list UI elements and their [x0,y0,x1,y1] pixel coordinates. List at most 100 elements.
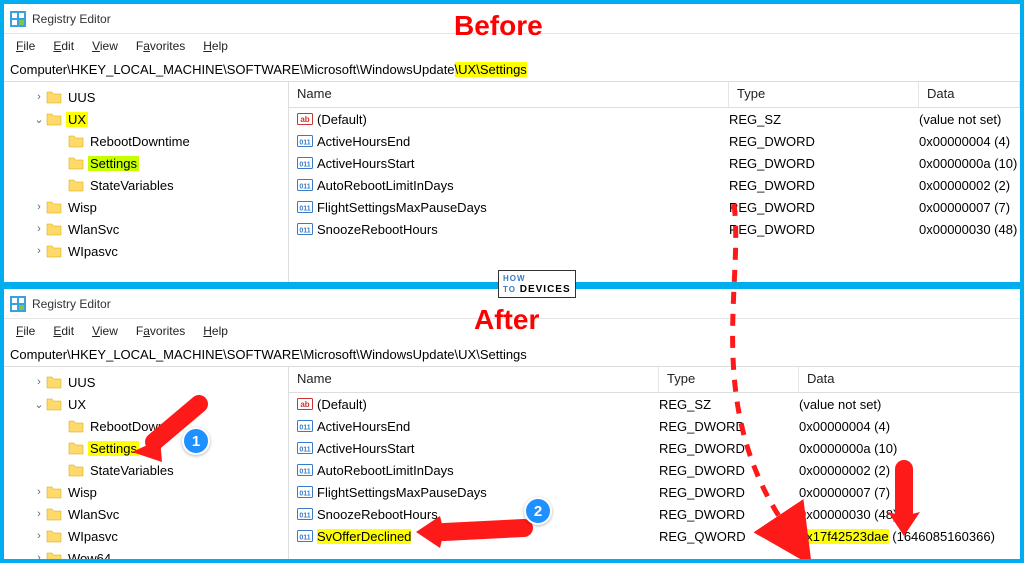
value-name: ActiveHoursStart [317,441,415,456]
regedit-window-before: Registry Editor File Edit View Favorites… [4,4,1020,282]
step-badge-1: 1 [182,427,210,455]
watermark-logo: HOWTO DEVICES [498,270,576,298]
binary-value-icon [297,462,313,478]
tree-view[interactable]: ›UUS ⌄UX RebootDown Settings StateVariab… [4,367,288,559]
value-data: (value not set) [919,112,1020,127]
value-name: AutoRebootLimitInDays [317,463,454,478]
col-type[interactable]: Type [729,82,919,107]
list-row[interactable]: SnoozeRebootHours REG_DWORD 0x00000030 (… [289,218,1020,240]
value-data: 0x17f42523dae (1646085160366) [799,529,1020,544]
value-name: SnoozeRebootHours [317,507,438,522]
list-row[interactable]: AutoRebootLimitInDays REG_DWORD 0x000000… [289,459,1020,481]
tree-item-settings[interactable]: Settings [8,437,288,459]
list-row[interactable]: (Default) REG_SZ (value not set) [289,393,1020,415]
value-name: ActiveHoursEnd [317,134,410,149]
list-row[interactable]: SnoozeRebootHours REG_DWORD 0x00000030 (… [289,503,1020,525]
value-data: 0x00000002 (2) [799,463,1020,478]
value-name: SnoozeRebootHours [317,222,438,237]
tree-item-settings[interactable]: Settings [8,152,288,174]
folder-icon [46,506,62,522]
menu-help[interactable]: Help [195,37,236,55]
tree-item-wipasvc[interactable]: ›WIpasvc [8,525,288,547]
regedit-app-icon [10,11,26,27]
binary-value-icon [297,484,313,500]
menu-view[interactable]: View [84,37,126,55]
value-type: REG_DWORD [659,419,799,434]
binary-value-icon [297,155,313,171]
menu-help[interactable]: Help [195,322,236,340]
tree-item-reboot[interactable]: RebootDowntime [8,130,288,152]
values-list[interactable]: Name Type Data (Default) REG_SZ (value n… [288,82,1020,282]
binary-value-icon [297,506,313,522]
list-row[interactable]: ActiveHoursEnd REG_DWORD 0x00000004 (4) [289,415,1020,437]
tree-item-statevars[interactable]: StateVariables [8,174,288,196]
tree-item-ux[interactable]: ⌄UX [8,393,288,415]
col-name[interactable]: Name [289,367,659,392]
list-header[interactable]: Name Type Data [289,82,1020,108]
values-list[interactable]: Name Type Data (Default) REG_SZ (value n… [288,367,1020,559]
list-header[interactable]: Name Type Data [289,367,1020,393]
regedit-app-icon [10,296,26,312]
address-bar[interactable]: Computer\HKEY_LOCAL_MACHINE\SOFTWARE\Mic… [4,343,1020,367]
menu-favorites[interactable]: Favorites [128,37,193,55]
folder-icon [46,528,62,544]
tree-item-uus[interactable]: ›UUS [8,86,288,108]
value-type: REG_DWORD [729,200,919,215]
tree-item-reboot[interactable]: RebootDown [8,415,288,437]
list-row[interactable]: AutoRebootLimitInDays REG_DWORD 0x000000… [289,174,1020,196]
tree-item-wisp[interactable]: ›Wisp [8,481,288,503]
window-title: Registry Editor [32,12,111,26]
tree-item-wisp[interactable]: ›Wisp [8,196,288,218]
binary-value-icon [297,199,313,215]
value-type: REG_SZ [729,112,919,127]
folder-icon [46,396,62,412]
string-value-icon [297,111,313,127]
menu-view[interactable]: View [84,322,126,340]
col-data[interactable]: Data [919,82,1020,107]
address-text: Computer\HKEY_LOCAL_MACHINE\SOFTWARE\Mic… [10,347,527,362]
binary-value-icon [297,177,313,193]
menu-file[interactable]: File [8,37,43,55]
comparison-frame: Registry Editor File Edit View Favorites… [0,0,1024,563]
folder-icon [46,550,62,559]
folder-icon [68,440,84,456]
tree-item-ux[interactable]: ⌄UX [8,108,288,130]
list-row[interactable]: ActiveHoursStart REG_DWORD 0x0000000a (1… [289,152,1020,174]
address-bar[interactable]: Computer\HKEY_LOCAL_MACHINE\SOFTWARE\Mic… [4,58,1020,82]
col-type[interactable]: Type [659,367,799,392]
list-row-svofferdeclined[interactable]: SvOfferDeclined REG_QWORD 0x17f42523dae … [289,525,1020,547]
value-name: (Default) [317,397,367,412]
col-name[interactable]: Name [289,82,729,107]
tree-item-wlansvc[interactable]: ›WlanSvc [8,503,288,525]
value-type: REG_DWORD [729,134,919,149]
folder-icon [46,221,62,237]
folder-icon [46,243,62,259]
menu-favorites[interactable]: Favorites [128,322,193,340]
tree-item-uus[interactable]: ›UUS [8,371,288,393]
address-highlight: \UX\Settings [455,62,527,77]
menu-edit[interactable]: Edit [45,322,82,340]
string-value-icon [297,396,313,412]
tree-item-wipasvc[interactable]: ›WIpasvc [8,240,288,262]
folder-icon [68,155,84,171]
tree-item-wlansvc[interactable]: ›WlanSvc [8,218,288,240]
list-row[interactable]: (Default) REG_SZ (value not set) [289,108,1020,130]
folder-icon [46,111,62,127]
col-data[interactable]: Data [799,367,1020,392]
tree-item-wow64[interactable]: ›Wow64 [8,547,288,559]
list-row[interactable]: FlightSettingsMaxPauseDays REG_DWORD 0x0… [289,196,1020,218]
binary-value-icon [297,221,313,237]
list-row[interactable]: ActiveHoursStart REG_DWORD 0x0000000a (1… [289,437,1020,459]
list-row[interactable]: FlightSettingsMaxPauseDays REG_DWORD 0x0… [289,481,1020,503]
step-badge-2: 2 [524,497,552,525]
folder-icon [46,484,62,500]
after-label: After [474,304,539,336]
list-row[interactable]: ActiveHoursEnd REG_DWORD 0x00000004 (4) [289,130,1020,152]
value-data: (value not set) [799,397,1020,412]
menu-file[interactable]: File [8,322,43,340]
tree-view[interactable]: ›UUS ⌄UX RebootDowntime Settings StateVa… [4,82,288,282]
value-name: SvOfferDeclined [317,529,411,544]
tree-item-statevars[interactable]: StateVariables [8,459,288,481]
menu-edit[interactable]: Edit [45,37,82,55]
folder-icon [68,177,84,193]
